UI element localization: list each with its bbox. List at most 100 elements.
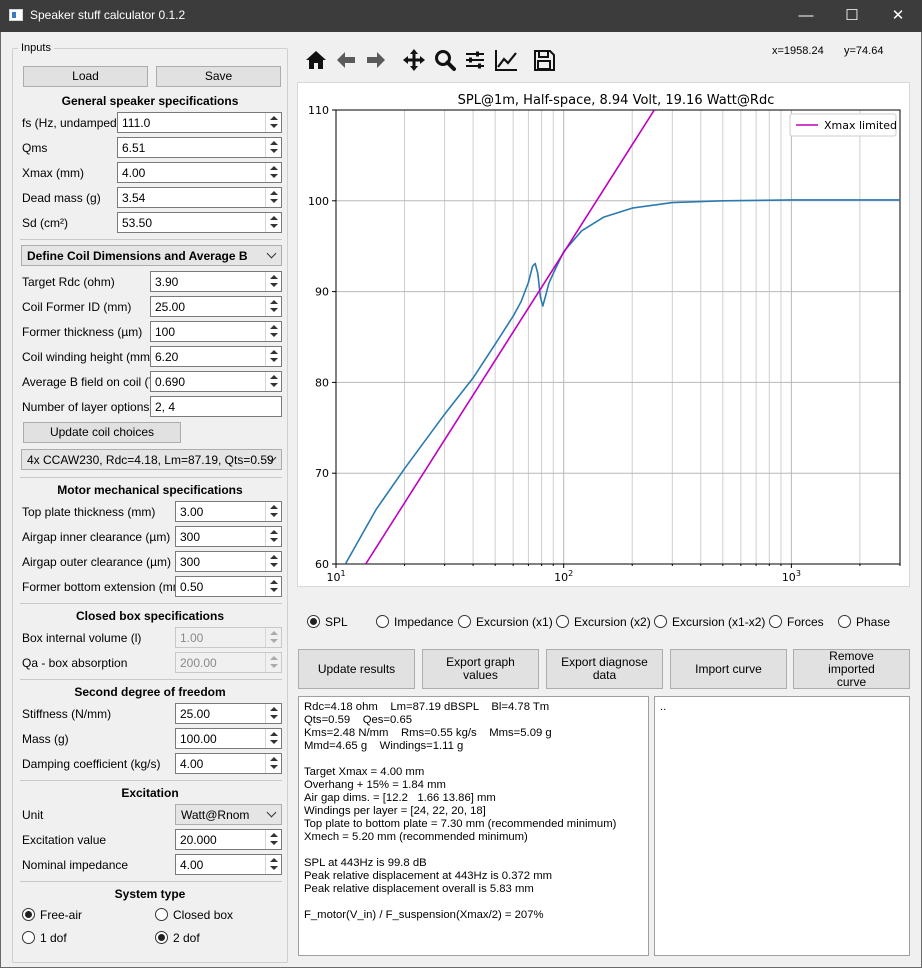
remove-imported-curve-button[interactable]: Remove imported curve xyxy=(793,649,910,689)
title-bar: Speaker stuff calculator 0.1.2 — ☐ ✕ xyxy=(0,0,922,32)
spin-arrows-icon[interactable] xyxy=(265,113,281,132)
coil-spec-label: Target Rdc (ohm) xyxy=(22,275,115,289)
edit-axis-icon[interactable] xyxy=(492,46,520,74)
second-dof-heading: Second degree of freedom xyxy=(74,685,226,699)
maximize-icon[interactable]: ☐ xyxy=(829,0,875,32)
unit-value: Watt@Rnom xyxy=(181,808,250,822)
spin-arrows-icon[interactable] xyxy=(265,729,281,748)
nominal-impedance-spinbox[interactable]: 4.00 xyxy=(175,854,282,875)
closed-box-label: Closed box xyxy=(173,908,234,922)
forward-arrow-icon[interactable] xyxy=(362,46,390,74)
update-coil-choices-button[interactable]: Update coil choices xyxy=(23,422,181,443)
pan-icon[interactable] xyxy=(400,46,428,74)
export-graph-values-button[interactable]: Export graph values xyxy=(422,649,539,689)
graph-option-radio[interactable] xyxy=(307,615,320,628)
graph-option-radio[interactable] xyxy=(838,615,851,628)
spin-arrows-icon[interactable] xyxy=(265,347,281,366)
coil-mode-select[interactable]: Define Coil Dimensions and Average B xyxy=(21,245,282,266)
spin-arrows-icon[interactable] xyxy=(265,552,281,571)
second-dof-spec-spinbox[interactable]: 4.00 xyxy=(175,753,282,774)
layer-options-input[interactable]: 2, 4 xyxy=(150,396,282,417)
spin-arrows-icon[interactable] xyxy=(265,163,281,182)
spin-arrows-icon[interactable] xyxy=(265,502,281,521)
results-line: SPL at 443Hz is 99.8 dB xyxy=(304,857,427,869)
two-dof-radio[interactable] xyxy=(155,931,168,944)
results-text-area[interactable]: Rdc=4.18 ohm Lm=87.19 dBSPL Bl=4.78 Tm Qt… xyxy=(298,696,649,956)
motor-spec-spinbox[interactable]: 3.00 xyxy=(175,501,282,522)
app-icon xyxy=(9,9,23,21)
second-dof-spec-spinbox[interactable]: 100.00 xyxy=(175,728,282,749)
closed-box-radio[interactable] xyxy=(155,908,168,921)
unit-select[interactable]: Watt@Rnom xyxy=(175,804,282,825)
general-spec-spinbox[interactable]: 53.50 xyxy=(117,212,282,233)
load-button[interactable]: Load xyxy=(23,66,148,87)
close-icon[interactable]: ✕ xyxy=(875,0,921,32)
coil-spec-spinbox[interactable]: 3.90 xyxy=(150,271,282,292)
motor-spec-label: Former bottom extension (mm) xyxy=(22,580,187,594)
y-coordinate-readout: y=74.64 xyxy=(844,45,884,57)
coil-spec-spinbox[interactable]: 0.690 xyxy=(150,371,282,392)
spin-arrows-icon[interactable] xyxy=(265,272,281,291)
coil-spec-value: 6.20 xyxy=(155,350,179,364)
graph-option-radio[interactable] xyxy=(458,615,471,628)
back-arrow-icon[interactable] xyxy=(332,46,360,74)
coil-spec-spinbox[interactable]: 6.20 xyxy=(150,346,282,367)
export-diagnose-data-button[interactable]: Export diagnose data xyxy=(546,649,663,689)
coil-spec-label: Average B field on coil (T) xyxy=(22,375,160,389)
general-spec-value: 4.00 xyxy=(122,166,146,180)
spin-arrows-icon[interactable] xyxy=(265,830,281,849)
spin-arrows-icon[interactable] xyxy=(265,213,281,232)
motor-spec-spinbox[interactable]: 300 xyxy=(175,551,282,572)
x-tick-label: 102 xyxy=(554,569,573,584)
graph-option-radio[interactable] xyxy=(376,615,389,628)
spin-arrows-icon[interactable] xyxy=(265,704,281,723)
layer-options-label: Number of layer options xyxy=(22,400,150,414)
coil-spec-spinbox[interactable]: 100 xyxy=(150,321,282,342)
motor-spec-spinbox[interactable]: 300 xyxy=(175,526,282,547)
spin-arrows-icon[interactable] xyxy=(265,754,281,773)
results-line: Xmech = 5.20 mm (recommended minimum) xyxy=(304,831,528,843)
spin-arrows-icon[interactable] xyxy=(265,855,281,874)
spl-chart[interactable]: SPL@1m, Half-space, 8.94 Volt, 19.16 Wat… xyxy=(298,83,911,588)
general-spec-spinbox[interactable]: 6.51 xyxy=(117,137,282,158)
coil-spec-value: 100 xyxy=(155,325,176,339)
spin-arrows-icon[interactable] xyxy=(265,372,281,391)
spin-arrows-icon[interactable] xyxy=(265,297,281,316)
one-dof-radio[interactable] xyxy=(22,931,35,944)
spin-arrows-icon[interactable] xyxy=(265,577,281,596)
graph-option-radio[interactable] xyxy=(654,615,667,628)
configure-subplots-icon[interactable] xyxy=(461,46,489,74)
free-air-radio[interactable] xyxy=(22,908,35,921)
graph-option-radio[interactable] xyxy=(769,615,782,628)
zoom-icon[interactable] xyxy=(431,46,459,74)
home-icon[interactable] xyxy=(302,46,330,74)
y-tick-label: 100 xyxy=(308,195,329,208)
general-spec-spinbox[interactable]: 111.0 xyxy=(117,112,282,133)
motor-spec-spinbox[interactable]: 0.50 xyxy=(175,576,282,597)
spin-arrows-icon[interactable] xyxy=(265,527,281,546)
general-spec-spinbox[interactable]: 3.54 xyxy=(117,187,282,208)
spin-arrows-icon[interactable] xyxy=(265,188,281,207)
graph-option-radio[interactable] xyxy=(556,615,569,628)
save-icon[interactable] xyxy=(530,46,558,74)
general-spec-spinbox[interactable]: 4.00 xyxy=(117,162,282,183)
closed-box-spec-spinbox: 1.00 xyxy=(175,627,282,648)
graph-option-label: Phase xyxy=(856,615,891,629)
coil-choice-value: 4x CCAW230, Rdc=4.18, Lm=87.19, Qts=0.59 xyxy=(27,453,274,467)
side-output-area[interactable]: .. xyxy=(654,696,910,956)
closed-box-spec-label: Box internal volume (l) xyxy=(22,631,142,645)
spin-arrows-icon[interactable] xyxy=(265,138,281,157)
update-results-button[interactable]: Update results xyxy=(298,649,415,689)
plot-canvas[interactable]: SPL@1m, Half-space, 8.94 Volt, 19.16 Wat… xyxy=(297,82,910,587)
save-button[interactable]: Save xyxy=(156,66,281,87)
coil-choice-select[interactable]: 4x CCAW230, Rdc=4.18, Lm=87.19, Qts=0.59 xyxy=(21,449,282,470)
results-line: Overhang + 15% = 1.84 mm xyxy=(304,779,446,791)
minimize-icon[interactable]: — xyxy=(783,0,829,32)
import-curve-button[interactable]: Import curve xyxy=(670,649,787,689)
spin-arrows-icon[interactable] xyxy=(265,322,281,341)
coil-spec-value: 3.90 xyxy=(155,275,179,289)
plot-frame xyxy=(335,109,901,565)
coil-spec-spinbox[interactable]: 25.00 xyxy=(150,296,282,317)
excitation-value-spinbox[interactable]: 20.000 xyxy=(175,829,282,850)
second-dof-spec-spinbox[interactable]: 25.00 xyxy=(175,703,282,724)
